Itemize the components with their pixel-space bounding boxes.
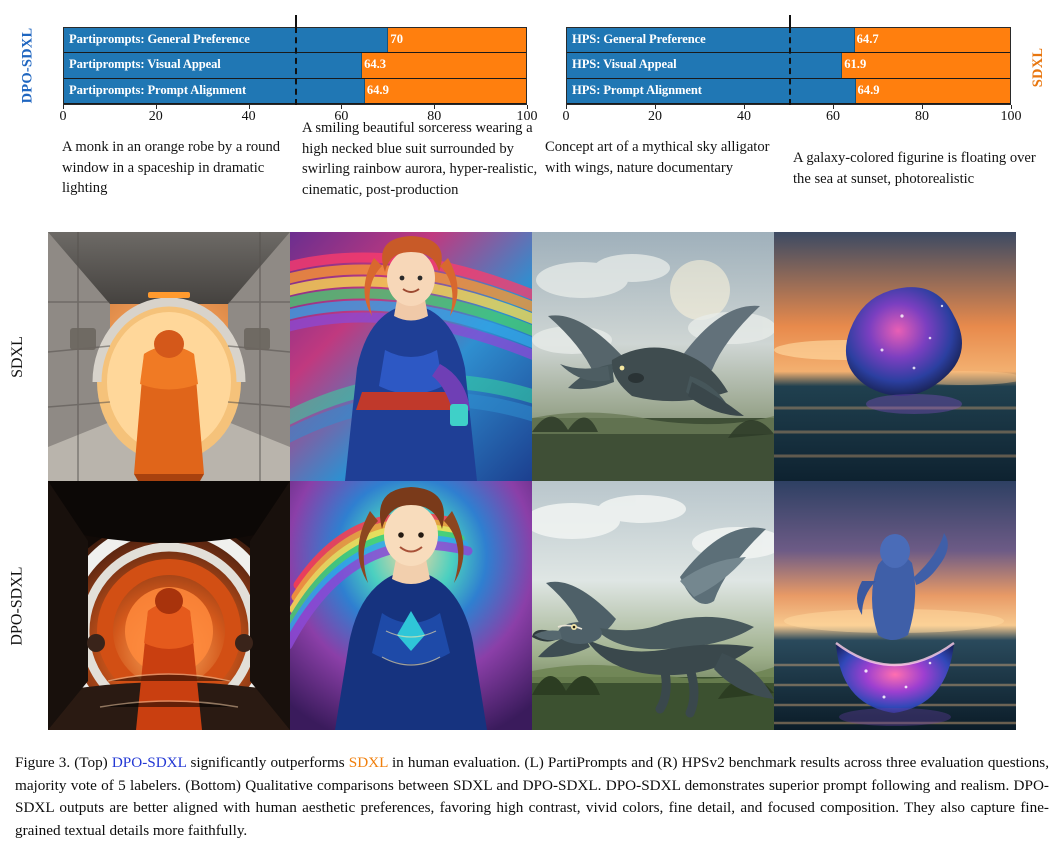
sample-image-dpo-sdxl-alligator: [532, 481, 774, 730]
axis-tick-label: 40: [737, 109, 751, 124]
sample-image-sdxl-alligator: [532, 232, 774, 481]
caption-mid: significantly outperforms: [186, 754, 349, 771]
grid-row-label-dpo-sdxl: DPO-SDXL: [8, 481, 28, 730]
axis-tick-label: 100: [1000, 109, 1022, 124]
sample-image-dpo-sdxl-monk: [48, 481, 290, 730]
reference-line-50: [295, 27, 297, 105]
bar-category-label: HPS: Prompt Alignment: [572, 83, 702, 98]
sample-image-sdxl-monk: [48, 232, 290, 481]
chart-partiprompts: DPO-SDXL Partiprompts: General Preferenc…: [20, 14, 538, 126]
bar-category-label: HPS: Visual Appeal: [572, 57, 677, 72]
grid-row-label-sdxl-text: SDXL: [9, 335, 26, 378]
prompt-caption-4: A galaxy-colored figurine is floating ov…: [793, 150, 1036, 187]
chart-right-axis: 0 20 40 60 80 100: [562, 105, 1022, 127]
chart-left-side-label: DPO-SDXL: [20, 24, 36, 106]
sample-image-dpo-sdxl-galaxy-figurine: [774, 481, 1016, 730]
caption-model-dpo-sdxl: DPO-SDXL: [111, 754, 187, 771]
axis-tick-label: 0: [59, 109, 67, 124]
reference-line-50-cap: [295, 15, 297, 28]
chart-left-plot-area: Partiprompts: General Preference 70 Partip…: [63, 15, 527, 105]
chart-right-plot-area: HPS: General Preference 64.7 HPS: Visual A…: [566, 15, 1011, 105]
bar-value-label: 70: [390, 32, 403, 47]
grid-row-label-dpo-sdxl-text: DPO-SDXL: [9, 565, 26, 646]
axis-tick-label: 60: [826, 109, 840, 124]
bar-value-label: 64.3: [364, 57, 387, 72]
chart-right-side-label: SDXL: [1031, 26, 1047, 108]
grid-row-label-sdxl: SDXL: [8, 232, 28, 481]
bar-category-label: Partiprompts: Prompt Alignment: [69, 83, 247, 98]
axis-tick-label: 40: [241, 109, 256, 124]
prompt-caption-1: A monk in an orange robe by a round wind…: [62, 139, 281, 196]
axis-tick-label: 80: [915, 109, 929, 124]
caption-prefix: Figure 3. (Top): [15, 754, 112, 771]
chart-right-side-label-text: SDXL: [1030, 47, 1047, 87]
axis-tick-label: 20: [148, 109, 163, 124]
sample-image-dpo-sdxl-sorceress: [290, 481, 532, 730]
bar-category-label: Partiprompts: Visual Appeal: [69, 57, 221, 72]
chart-hps: HPS: General Preference 64.7 HPS: Visual A…: [543, 14, 1047, 127]
reference-line-50: [788, 27, 791, 105]
caption-model-sdxl: SDXL: [348, 754, 388, 771]
bar-value-label: 64.7: [856, 32, 879, 47]
qualitative-image-grid: [48, 232, 1016, 730]
axis-tick-label: 0: [562, 109, 570, 124]
prompt-caption-2: A smiling beautiful sorceress wearing a …: [302, 120, 538, 198]
sample-image-sdxl-galaxy-figurine: [774, 232, 1016, 481]
bar-category-label: Partiprompts: General Preference: [69, 32, 250, 47]
bar-category-label: HPS: General Preference: [572, 32, 706, 47]
bar-value-label: 64.9: [857, 83, 880, 98]
reference-line-50-cap: [788, 15, 791, 28]
axis-tick-label: 20: [648, 109, 662, 124]
sample-image-sdxl-sorceress: [290, 232, 532, 481]
figure-caption: Figure 3. (Top) DPO-SDXL significantly o…: [15, 752, 1049, 842]
chart-left-side-label-text: DPO-SDXL: [19, 27, 36, 103]
prompt-caption-3: Concept art of a mythical sky alligator …: [545, 139, 770, 176]
bar-value-label: 61.9: [844, 57, 867, 72]
bar-value-label: 64.9: [366, 83, 389, 98]
